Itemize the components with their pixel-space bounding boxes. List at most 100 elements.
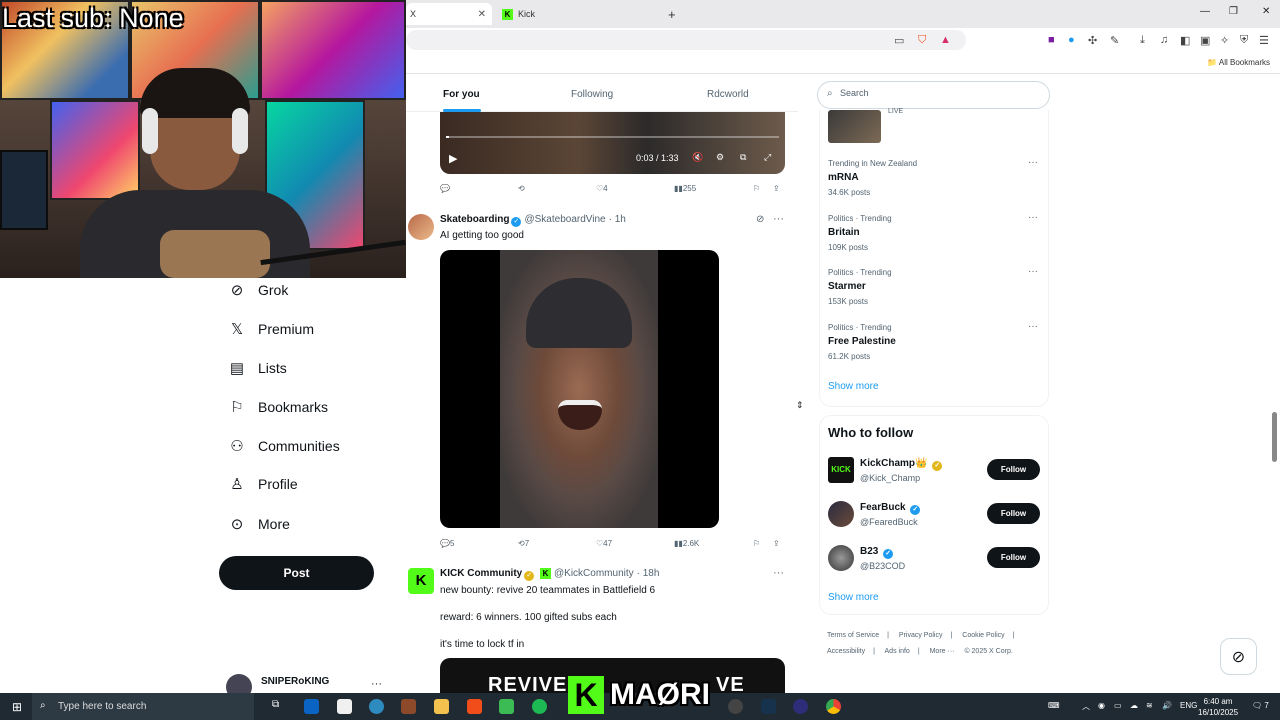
minimize-icon[interactable]: — — [1200, 6, 1210, 17]
brave-shield-icon[interactable]: ⛉ — [918, 34, 926, 47]
tab-x[interactable]: X ✕ — [406, 3, 492, 25]
follow-suggestion[interactable]: FearBuck ✓ @FearedBuck Follow — [828, 499, 1040, 529]
tab-following[interactable]: Following — [571, 89, 613, 100]
more-dots-icon[interactable]: ··· — [1028, 212, 1038, 223]
address-field[interactable] — [406, 30, 966, 50]
follow-button[interactable]: Follow — [987, 459, 1040, 480]
tray-overflow-icon[interactable]: ︿ — [1082, 701, 1090, 712]
close-tab-icon[interactable]: ✕ — [478, 9, 486, 20]
extension-icon[interactable]: ■ — [1048, 34, 1055, 46]
chrome-icon[interactable] — [826, 699, 841, 714]
windows-start-icon[interactable]: ⊞ — [12, 700, 22, 714]
pip-icon[interactable]: ⧉ — [740, 152, 746, 163]
keyboard-icon[interactable]: ⌨ — [1048, 701, 1060, 710]
app-icon[interactable] — [369, 699, 384, 714]
wifi-icon[interactable]: ≋ — [1146, 701, 1153, 710]
close-window-icon[interactable]: ✕ — [1262, 6, 1270, 17]
show-more-follow-link[interactable]: Show more — [828, 592, 879, 603]
more-dots-icon[interactable]: ··· — [773, 567, 784, 579]
more-dots-icon[interactable]: ··· — [1028, 321, 1038, 332]
footer-link[interactable]: Terms of Service — [827, 632, 879, 639]
task-view-icon[interactable]: ⧉ — [272, 699, 287, 714]
more-dots-icon[interactable]: ··· — [371, 678, 382, 690]
nav-more[interactable]: ⊙ More — [226, 515, 290, 533]
avatar[interactable] — [408, 214, 434, 240]
tab-rdcworld[interactable]: Rdcworld — [707, 89, 749, 100]
restore-icon[interactable]: ❐ — [1229, 6, 1238, 17]
follow-button[interactable]: Follow — [987, 503, 1040, 524]
cast-icon[interactable]: ▭ — [894, 34, 904, 47]
more-dots-icon[interactable]: ··· — [1028, 266, 1038, 277]
app-icon[interactable] — [793, 699, 808, 714]
app-icon[interactable] — [761, 699, 776, 714]
file-explorer-icon[interactable] — [434, 699, 449, 714]
sidebar-icon[interactable]: ◧ — [1180, 34, 1190, 47]
more-dots-icon[interactable]: ··· — [773, 213, 784, 225]
like-icon[interactable]: ♡ 47 — [596, 539, 612, 548]
menu-icon[interactable]: ☰ — [1259, 34, 1269, 47]
author-name[interactable]: KICK Community — [440, 568, 522, 579]
views-icon[interactable]: ▮▮ 2.6K — [674, 539, 699, 548]
bookmark-icon[interactable]: ⚐ — [753, 539, 760, 548]
account-switcher[interactable]: SNIPERoKING ··· — [226, 674, 386, 700]
trend-item[interactable]: Trending in New Zealand mRNA 34.6K posts… — [828, 157, 1038, 197]
tweet-video[interactable] — [440, 250, 719, 528]
kick-avatar-icon[interactable]: K — [408, 568, 434, 594]
nav-communities[interactable]: ⚇ Communities — [226, 437, 339, 455]
notepad-icon[interactable] — [337, 699, 352, 714]
bookmark-icon[interactable]: ⚐ — [753, 184, 760, 193]
language-indicator[interactable]: ENG — [1180, 701, 1197, 710]
outlook-icon[interactable] — [304, 699, 319, 714]
extensions-puzzle-icon[interactable]: ✣ — [1088, 34, 1097, 47]
new-tab-button[interactable]: + — [664, 3, 684, 25]
live-thumbnail[interactable] — [828, 110, 881, 143]
game-icon[interactable] — [401, 699, 416, 714]
network-icon[interactable]: ▭ — [1114, 701, 1122, 710]
tab-for-you[interactable]: For you — [443, 89, 480, 100]
footer-link[interactable]: Accessibility — [827, 648, 865, 655]
footer-more-link[interactable]: More ··· — [930, 648, 955, 655]
tweet-time[interactable]: · 18h — [637, 568, 660, 579]
tab-kick[interactable]: K Kick — [498, 3, 658, 25]
nav-bookmarks[interactable]: ⚐ Bookmarks — [226, 398, 328, 416]
footer-link[interactable]: Cookie Policy — [962, 632, 1004, 639]
search-input[interactable] — [840, 88, 1040, 98]
author-handle[interactable]: @SkateboardVine — [524, 214, 605, 225]
follow-suggestion[interactable]: B23 ✓ @B23COD Follow — [828, 543, 1040, 573]
notification-center-icon[interactable]: 🗨 7 — [1252, 701, 1269, 710]
download-icon[interactable]: ⤓ — [1140, 34, 1145, 47]
tweet-time[interactable]: · 1h — [609, 214, 626, 225]
nav-grok[interactable]: ⊘ Grok — [226, 281, 289, 299]
brave-browser-icon[interactable] — [467, 699, 482, 714]
mute-icon[interactable]: 🔇 — [692, 152, 703, 163]
settings-gear-icon[interactable]: ⚙ — [716, 152, 724, 163]
vpn-shield-icon[interactable]: ⛨ — [1240, 34, 1248, 47]
app-icon[interactable] — [499, 699, 514, 714]
play-icon[interactable]: ▶ — [449, 152, 457, 165]
post-button[interactable]: Post — [219, 556, 374, 590]
share-icon[interactable]: ⇪ — [773, 539, 780, 548]
leo-ai-icon[interactable]: ✧ — [1220, 34, 1229, 47]
trend-item[interactable]: Politics · Trending Britain 109K posts ·… — [828, 212, 1038, 252]
search-box[interactable]: ⌕ — [817, 81, 1050, 109]
follow-suggestion[interactable]: KICK KickChamp👑 ✓ @Kick_Champ Follow — [828, 455, 1040, 485]
nav-premium[interactable]: 𝕏 Premium — [226, 320, 314, 338]
more-dots-icon[interactable]: ··· — [1028, 157, 1038, 168]
repost-icon[interactable]: ⟲ 7 — [518, 539, 529, 548]
author-name[interactable]: Skateboarding — [440, 214, 509, 225]
like-icon[interactable]: ♡ 4 — [596, 184, 608, 193]
views-icon[interactable]: ▮▮ 255 — [674, 184, 696, 193]
share-icon[interactable]: ⇪ — [773, 184, 780, 193]
tray-icon[interactable]: ◉ — [1098, 701, 1105, 710]
reply-icon[interactable]: 💬 5 — [440, 539, 454, 548]
cloud-icon[interactable]: ☁ — [1130, 701, 1138, 710]
brave-rewards-icon[interactable]: ▲ — [940, 34, 951, 46]
wallet-icon[interactable]: ▣ — [1200, 34, 1210, 47]
nav-profile[interactable]: ♙ Profile — [226, 475, 297, 493]
taskbar-search[interactable]: ⌕ Type here to search — [32, 693, 254, 720]
all-bookmarks[interactable]: 📁 All Bookmarks — [1207, 58, 1270, 67]
video-progress-bar[interactable] — [446, 136, 779, 138]
volume-icon[interactable]: 🔊 — [1162, 701, 1172, 710]
follow-button[interactable]: Follow — [987, 547, 1040, 568]
edit-icon[interactable]: ✎ — [1110, 34, 1119, 47]
